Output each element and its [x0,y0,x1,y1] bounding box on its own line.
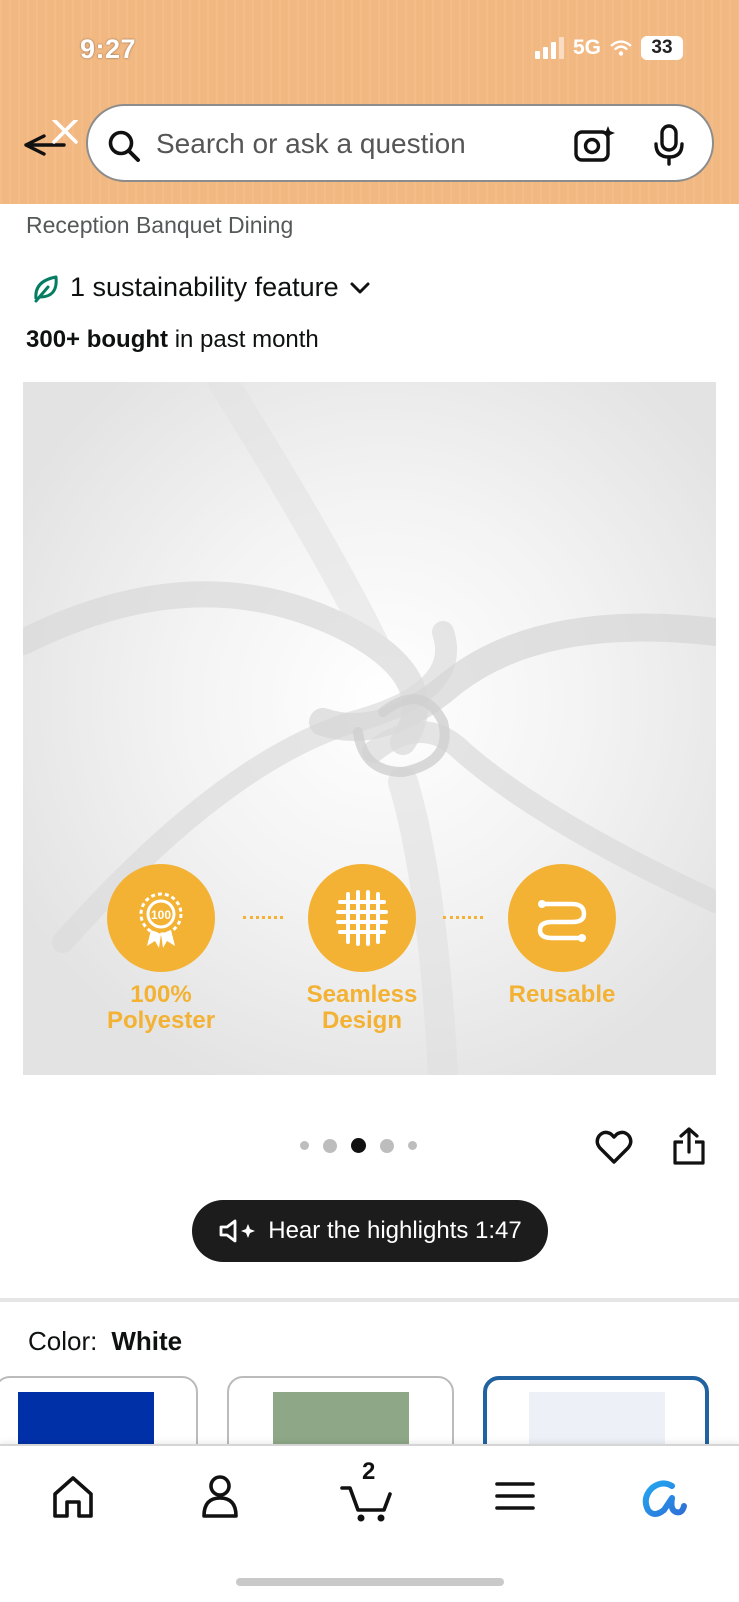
account-icon [202,1475,238,1518]
pager-dot[interactable] [380,1138,394,1153]
search-bar[interactable] [86,104,714,182]
leaf-icon [34,275,58,302]
home-indicator [236,1578,504,1586]
back-close-icon[interactable] [20,120,82,170]
feature-polyester-line2: Polyester [106,1007,216,1034]
nav-rufus[interactable] [632,1466,692,1526]
feature-polyester-label: 100% Polyester [81,982,241,1034]
signal-icon [534,37,564,59]
network-type: 5G [572,36,601,59]
product-title: Reception Banquet Dining [26,212,294,238]
microphone-icon[interactable] [652,124,686,166]
wifi-icon [610,40,632,56]
share-icon[interactable] [671,1126,707,1166]
hear-highlights-label: Hear the highlights 1:47 [268,1217,522,1244]
grid-icon [336,890,388,946]
feature-connector [443,916,483,919]
feature-polyester: 100 100% Polyester [81,864,241,1034]
menu-icon [495,1482,535,1510]
feature-reusable-circle [508,864,616,972]
nav-menu[interactable] [485,1466,545,1526]
rufus-icon [642,1480,687,1517]
home-icon [53,1476,93,1518]
feature-reusable-label: Reusable [482,982,642,1008]
top-header: 9:27 5G 33 [0,0,739,204]
color-value: White [111,1326,183,1356]
pager-dot[interactable] [323,1138,337,1153]
sustainability-toggle[interactable]: 1 sustainability feature [32,272,371,303]
camera-lens-icon[interactable] [574,124,616,164]
bought-count-bold: 300+ bought [26,326,169,353]
feature-seamless-line2: Design [321,1007,402,1034]
badge-100-text: 100 [151,908,171,922]
feature-connector [243,916,283,919]
feature-polyester-circle: 100 [107,864,215,972]
pager-dot[interactable] [300,1141,309,1150]
color-label: Color: [28,1326,98,1356]
pager-dot[interactable] [408,1141,417,1150]
pager-dot-active[interactable] [351,1138,366,1153]
section-divider [0,1298,739,1302]
badge-100-icon: 100 [139,892,183,948]
hear-highlights-button[interactable]: Hear the highlights 1:47 [192,1200,548,1262]
cart-count-badge: 2 [362,1458,376,1485]
bought-count-rest: in past month [168,326,319,353]
product-image[interactable]: 100 100% Polyester Seamless Design Reusa… [23,382,716,1075]
battery-icon: 33 [641,36,683,60]
feature-polyester-line1: 100% [130,981,192,1008]
status-indicators: 5G 33 [534,36,683,60]
bottom-navigation: 2 [0,1444,739,1602]
feature-reusable-line1: Reusable [508,981,616,1008]
feature-seamless-circle [308,864,416,972]
feature-seamless-line1: Seamless [306,981,418,1008]
search-icon [108,130,140,162]
feature-reusable: Reusable [482,864,642,1008]
speaker-sparkle-icon [219,1219,256,1243]
sustainability-label: 1 sustainability feature [70,272,339,302]
image-pager[interactable] [300,1138,417,1153]
color-selection-label: Color: White [28,1326,182,1357]
nav-cart[interactable]: 2 [340,1458,400,1526]
heart-icon[interactable] [594,1128,634,1166]
reuse-icon [537,900,587,942]
search-input[interactable] [154,120,548,168]
feature-seamless-label: Seamless Design [282,982,442,1034]
bought-count: 300+ bought in past month [26,326,319,354]
status-time: 9:27 [80,34,137,64]
chevron-down-icon [350,282,370,293]
nav-home[interactable] [43,1466,103,1526]
nav-account[interactable] [190,1466,250,1526]
feature-seamless: Seamless Design [282,864,442,1034]
